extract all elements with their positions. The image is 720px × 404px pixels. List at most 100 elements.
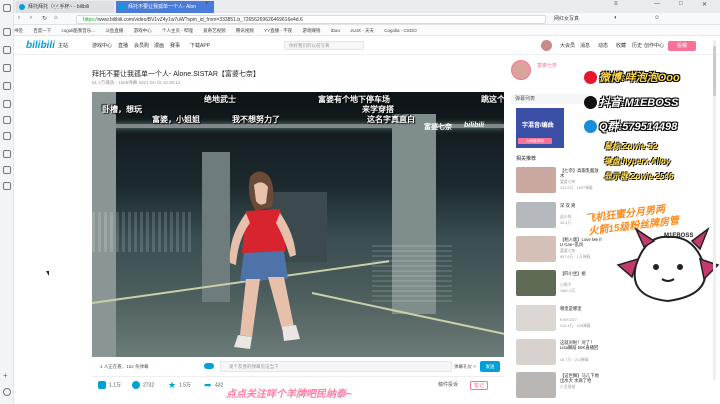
bilibili-logo[interactable]: bilibili — [26, 40, 55, 51]
nav-game[interactable]: 游戏中心 — [92, 42, 112, 49]
danmaku-etiquette-link[interactable]: 弹幕礼仪 > — [454, 364, 476, 370]
home-icon[interactable] — [3, 4, 11, 12]
danmaku-list-toggle[interactable]: 弹幕列表 — [511, 94, 593, 104]
report-link[interactable]: 稿件投诉 — [438, 381, 458, 388]
nav-match[interactable]: 赛事 — [170, 42, 180, 49]
tab-2[interactable]: 拜托不要让我孤单一个人- Alon — [116, 1, 214, 13]
chat-icon[interactable] — [3, 150, 11, 158]
bookmark-item[interactable]: 腾讯视频 — [236, 28, 254, 33]
desktop: + 拜托拜托（ᵒ̤̑ ᵒ̤̑ 手杯~ - bilibili 拜托不要让我孤单一个… — [0, 0, 720, 404]
minimize-icon[interactable]: — — [654, 1, 660, 7]
up-avatar[interactable] — [511, 60, 531, 80]
rec-title: 哪里是哪里 — [560, 306, 582, 311]
rec-stat: 657.6万 · 1万弹幕 — [560, 255, 591, 259]
menu-icon[interactable]: ≡ — [614, 1, 618, 7]
video-thumbnail — [516, 167, 556, 193]
danmaku-comment: 这名字真直白 — [367, 115, 415, 124]
address-bar-row: ‹ › ↻ ⌂ https://www.bilibili.com/video/B… — [14, 13, 720, 25]
avatar[interactable] — [541, 40, 552, 51]
coin-icon — [132, 381, 140, 389]
send-button[interactable]: 发送 — [480, 361, 500, 372]
thumb-up-icon — [98, 381, 106, 389]
like-button[interactable]: 1.1万 — [98, 381, 121, 389]
bookmark-item[interactable]: iDao — [331, 28, 340, 33]
history-icon[interactable] — [3, 46, 11, 54]
danmaku-input[interactable]: 发个友善的弹幕见证当下 — [220, 361, 452, 372]
list-item[interactable]: 【四小坐】桃 小鸥子 1860.3万 — [516, 270, 602, 300]
shopping-icon[interactable] — [3, 116, 11, 124]
site-search-input[interactable]: 你好我们的以前写真 — [284, 41, 364, 50]
video-thumbnail — [516, 305, 556, 331]
nav-mall[interactable]: 会员购 — [134, 42, 149, 49]
nav-favorites[interactable]: 收藏 — [616, 42, 626, 49]
bookmark-item[interactable]: YY直播 - 不夜 — [264, 28, 292, 33]
tab-1[interactable]: 拜托拜托（ᵒ̤̑ ᵒ̤̑ 手杯~ - bilibili — [16, 1, 114, 13]
promo-button[interactable]: 为你推荐购 — [518, 138, 552, 144]
watermark-text: 富婆七奈 — [424, 124, 452, 131]
new-tab-icon[interactable]: + — [205, 1, 209, 7]
bookmark-item[interactable]: 爱奇艺视频 — [203, 28, 226, 33]
maximize-icon[interactable]: □ — [679, 1, 683, 7]
danmaku-toggle[interactable] — [204, 363, 214, 369]
home-button-icon[interactable]: ⌂ — [54, 15, 58, 21]
nav-download[interactable]: 下载APP — [190, 42, 210, 49]
nav-live[interactable]: 直播 — [118, 42, 128, 49]
danmaku-comment: 富婆，小姐姐 — [152, 115, 200, 124]
nav-dynamic[interactable]: 动态 — [598, 42, 608, 49]
url-field[interactable]: https://www.bilibili.com/video/BV1vZ4y1w… — [76, 15, 546, 24]
share-button[interactable]: ➦ 432 — [204, 381, 223, 390]
notes-button[interactable]: 笔记 — [470, 381, 489, 390]
list-item[interactable]: 【相入版】Love Me If U Can~乱风 富婆七奈 657.6万 · 1… — [516, 236, 602, 266]
extension-icon[interactable]: ◐ — [614, 15, 618, 21]
video-thumbnail — [516, 270, 556, 296]
refresh-icon[interactable]: ↻ — [42, 15, 47, 22]
bookmark-item[interactable]: JUJX - 天天 — [350, 28, 374, 33]
search-engine-label[interactable]: 网红女写真 — [554, 15, 579, 22]
glitch-effect — [92, 212, 192, 252]
forward-icon[interactable]: › — [30, 15, 32, 21]
list-item[interactable]: 这就对啦！对了！Lisa舞蹈 50K直播回 45.7万 · 213弹幕 — [516, 339, 602, 369]
mail-icon[interactable] — [3, 100, 11, 108]
user-icon[interactable]: ☺ — [654, 15, 660, 21]
list-item[interactable]: 【七奈】高跟乳酸放水 富婆七奈 131.5万 · 1597弹幕 — [516, 167, 602, 197]
overlay-qq: Q群:579514498 — [599, 121, 678, 133]
browser-left-sidebar: + — [0, 0, 14, 404]
news-icon[interactable] — [3, 82, 11, 90]
bookmark-item[interactable]: 书签 — [14, 28, 23, 33]
nav-main[interactable]: 主站 — [58, 42, 68, 49]
bookmark-item[interactable]: 游戏中心 — [134, 28, 152, 33]
rec-up: 富婆七奈 — [560, 249, 576, 253]
bookmark-item[interactable]: 斗鱼直播 — [105, 28, 123, 33]
cart-icon[interactable] — [3, 132, 11, 140]
bookmark-icon[interactable] — [3, 28, 11, 36]
add-icon[interactable]: + — [3, 372, 11, 380]
close-icon[interactable]: ✕ — [702, 1, 707, 8]
bookmark-item[interactable]: cogoli酷我音乐... — [62, 28, 96, 33]
nav-messages[interactable]: 消息 — [580, 42, 590, 49]
bookmark-item[interactable]: 游戏赚钱 — [302, 28, 320, 33]
coin-button[interactable]: 2732 — [132, 381, 154, 389]
settings-icon[interactable] — [3, 388, 11, 396]
nav-manga[interactable]: 漫画 — [154, 42, 164, 49]
back-icon[interactable]: ‹ — [18, 15, 20, 21]
box-icon[interactable] — [3, 182, 11, 190]
list-item[interactable]: 哪里是哪里 KIKKIO27 225.4万 · 108弹幕 — [516, 305, 602, 335]
video-title: 拜托不要让我孤单一个人- Alone.SISTAR【富婆七奈】 — [92, 71, 260, 78]
overlay-monitor: 显示器:Zowie 2546 — [604, 172, 674, 181]
game-icon[interactable] — [3, 166, 11, 174]
favorite-button[interactable]: ★ 1.5万 — [168, 381, 191, 390]
bookmark-item[interactable]: 百度一下 — [33, 28, 51, 33]
upload-button[interactable]: 投稿 — [668, 41, 696, 51]
video-thumbnail — [516, 372, 556, 398]
download-icon[interactable] — [3, 64, 11, 72]
nav-creator[interactable]: 创作中心 — [644, 42, 664, 49]
up-name[interactable]: 富婆七奈 — [537, 62, 557, 69]
list-item[interactable]: 【这世舞】马儿下地出水大 水滴了哈 小丑很难 — [516, 372, 602, 402]
bookmark-item[interactable]: Cogolia - CSGO — [384, 28, 417, 33]
scrollbar-thumb[interactable] — [713, 46, 716, 96]
video-player[interactable]: 绝地武士 富婆有个地下停车场 跳这个 卧槽，想玩 来学穿搭 富婆，小姐姐 我不想… — [92, 92, 504, 357]
rec-stat: 131.5万 · 1597弹幕 — [560, 186, 593, 190]
nav-history[interactable]: 历史 — [632, 42, 642, 49]
bookmark-item[interactable]: 个人主页 - 哔哩 — [162, 28, 193, 33]
nav-vip[interactable]: 大会员 — [560, 42, 575, 49]
